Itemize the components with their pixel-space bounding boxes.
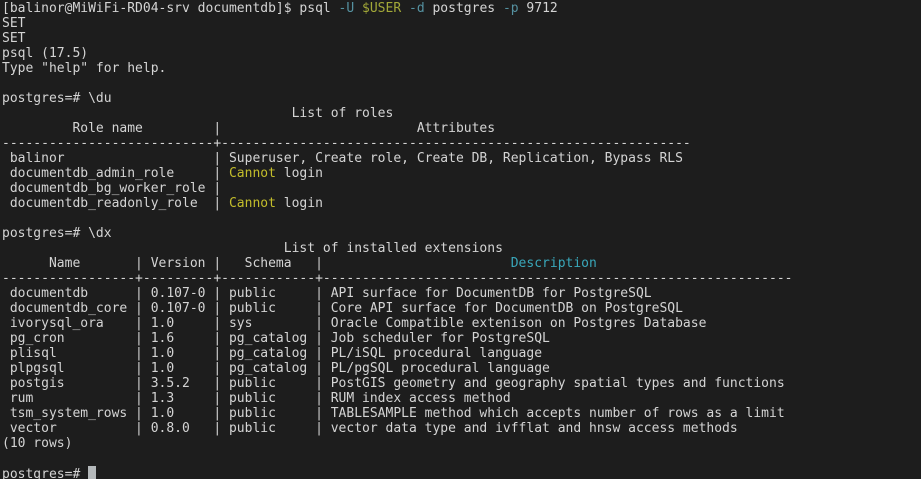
roles-table-row: balinor | Superuser, Create role, Create…	[2, 151, 921, 166]
blank-line	[2, 211, 921, 226]
terminal-screen[interactable]: [balinor@MiWiFi-RD04-srv documentdb]$ ps…	[2, 1, 921, 479]
roles-table-separator: ---------------------------+------------…	[2, 136, 921, 151]
highlight-cannot: Cannot	[229, 166, 276, 181]
help-hint-line: Type "help" for help.	[2, 61, 921, 76]
blank-line	[2, 76, 921, 91]
row-cells: documentdb | 0.107-0 | public | API surf…	[2, 286, 652, 301]
text: Type "help" for help.	[2, 61, 166, 76]
extensions-table-row: postgis | 3.5.2 | public | PostGIS geome…	[2, 376, 921, 391]
psql-prompt-and-command: postgres=# \dx	[2, 226, 112, 241]
text: psql (17.5)	[2, 46, 88, 61]
extensions-table-row: documentdb | 0.107-0 | public | API surf…	[2, 286, 921, 301]
text: SET	[2, 31, 25, 46]
terminal-window: [balinor@MiWiFi-RD04-srv documentdb]$ ps…	[0, 0, 921, 479]
roles-table-row: documentdb_admin_role | Cannot login	[2, 166, 921, 181]
flag-user: -U	[339, 1, 355, 16]
flag-database: -d	[409, 1, 425, 16]
row-cells: ivorysql_ora | 1.0 | sys | Oracle Compat…	[2, 316, 706, 331]
row-cells: documentdb_admin_role |	[2, 166, 229, 181]
row-cells: tsm_system_rows | 1.0 | public | TABLESA…	[2, 406, 785, 421]
row-cells: login	[276, 196, 323, 211]
space	[354, 1, 362, 16]
extensions-table-header: Name | Version | Schema | Description	[2, 256, 921, 271]
roles-table-title: List of roles	[2, 106, 921, 121]
set-output-line: SET	[2, 31, 921, 46]
port-arg: 9712	[519, 1, 558, 16]
separator: ---------------------------+------------…	[2, 136, 691, 151]
du-command-line: postgres=# \du	[2, 91, 921, 106]
prompt-line[interactable]: postgres=#	[2, 466, 921, 479]
extensions-table-row: tsm_system_rows | 1.0 | public | TABLESA…	[2, 406, 921, 421]
row-cells: postgis | 3.5.2 | public | PostGIS geome…	[2, 376, 785, 391]
roles-table-row: documentdb_bg_worker_role |	[2, 181, 921, 196]
extensions-table-row: documentdb_core | 0.107-0 | public | Cor…	[2, 301, 921, 316]
row-cells: pg_cron | 1.6 | pg_catalog | Job schedul…	[2, 331, 550, 346]
extensions-table-row: plpgsql | 1.0 | pg_catalog | PL/pgSQL pr…	[2, 361, 921, 376]
database-arg: postgres	[425, 1, 503, 16]
row-cells: login	[276, 166, 323, 181]
row-cells: vector | 0.8.0 | public | vector data ty…	[2, 421, 738, 436]
row-count: (10 rows)	[2, 436, 72, 451]
roles-table-header: Role name | Attributes	[2, 121, 921, 136]
text: SET	[2, 16, 25, 31]
dx-command-line: postgres=# \dx	[2, 226, 921, 241]
extensions-table-row: plisql | 1.0 | pg_catalog | PL/iSQL proc…	[2, 346, 921, 361]
blank-line	[2, 451, 921, 466]
user-variable: $USER	[362, 1, 401, 16]
terminal-cursor[interactable]	[88, 466, 96, 479]
roles-table-row: documentdb_readonly_role | Cannot login	[2, 196, 921, 211]
space	[401, 1, 409, 16]
flag-port: -p	[503, 1, 519, 16]
shell-command-line: [balinor@MiWiFi-RD04-srv documentdb]$ ps…	[2, 1, 921, 16]
extensions-table-row: pg_cron | 1.6 | pg_catalog | Job schedul…	[2, 331, 921, 346]
row-cells: plisql | 1.0 | pg_catalog | PL/iSQL proc…	[2, 346, 542, 361]
psql-prompt: postgres=#	[2, 467, 88, 479]
row-cells: documentdb_readonly_role |	[2, 196, 229, 211]
header-description: Description	[511, 256, 597, 271]
table-title: List of roles	[2, 106, 393, 121]
row-cells: balinor | Superuser, Create role, Create…	[2, 151, 683, 166]
extensions-table-row: ivorysql_ora | 1.0 | sys | Oracle Compat…	[2, 316, 921, 331]
extensions-table-title: List of installed extensions	[2, 241, 921, 256]
header-cells: Role name | Attributes	[2, 121, 495, 136]
table-title: List of installed extensions	[2, 241, 503, 256]
row-cells: documentdb_core | 0.107-0 | public | Cor…	[2, 301, 683, 316]
extensions-table-separator: -----------------+---------+------------…	[2, 271, 921, 286]
row-cells: rum | 1.3 | public | RUM index access me…	[2, 391, 511, 406]
extensions-table-row: vector | 0.8.0 | public | vector data ty…	[2, 421, 921, 436]
extensions-table-row: rum | 1.3 | public | RUM index access me…	[2, 391, 921, 406]
highlight-cannot: Cannot	[229, 196, 276, 211]
set-output-line: SET	[2, 16, 921, 31]
psql-prompt-and-command: postgres=# \du	[2, 91, 112, 106]
psql-version-line: psql (17.5)	[2, 46, 921, 61]
row-cells: plpgsql | 1.0 | pg_catalog | PL/pgSQL pr…	[2, 361, 550, 376]
header-cells: Name | Version | Schema |	[2, 256, 511, 271]
separator: -----------------+---------+------------…	[2, 271, 793, 286]
row-count-line: (10 rows)	[2, 436, 921, 451]
shell-prompt-and-command: [balinor@MiWiFi-RD04-srv documentdb]$ ps…	[2, 1, 339, 16]
row-cells: documentdb_bg_worker_role |	[2, 181, 229, 196]
